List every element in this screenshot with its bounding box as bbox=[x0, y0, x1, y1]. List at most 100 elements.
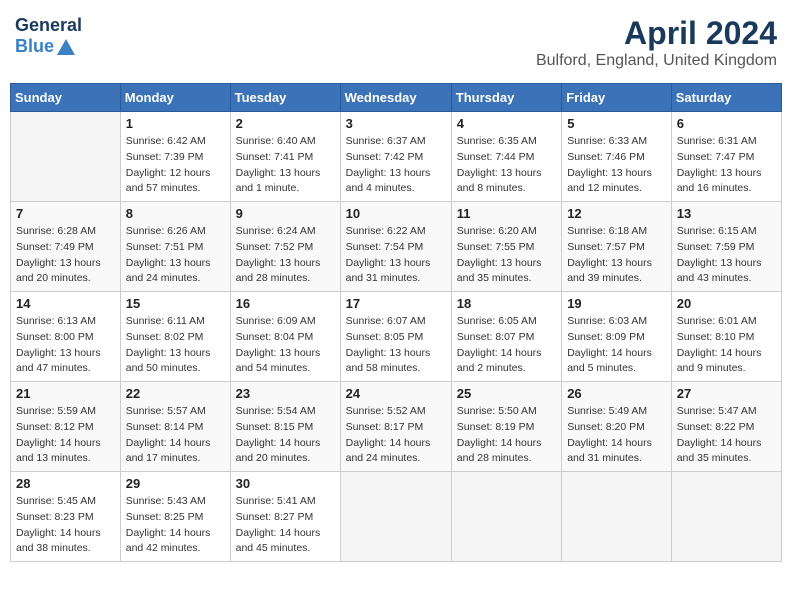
day-number: 14 bbox=[16, 296, 115, 311]
calendar-cell: 8 Sunrise: 6:26 AMSunset: 7:51 PMDaylight… bbox=[120, 202, 230, 292]
day-number: 18 bbox=[457, 296, 556, 311]
calendar-cell: 1 Sunrise: 6:42 AMSunset: 7:39 PMDaylight… bbox=[120, 112, 230, 202]
cell-info: Sunrise: 6:26 AMSunset: 7:51 PMDaylight:… bbox=[126, 224, 225, 287]
cell-info: Sunrise: 6:01 AMSunset: 8:10 PMDaylight:… bbox=[677, 314, 776, 377]
cell-info: Sunrise: 6:20 AMSunset: 7:55 PMDaylight:… bbox=[457, 224, 556, 287]
day-number: 28 bbox=[16, 476, 115, 491]
day-number: 24 bbox=[346, 386, 446, 401]
cell-info: Sunrise: 6:05 AMSunset: 8:07 PMDaylight:… bbox=[457, 314, 556, 377]
calendar-cell: 5Sunrise: 6:33 AMSunset: 7:46 PMDaylight… bbox=[562, 112, 672, 202]
day-number: 11 bbox=[457, 206, 556, 221]
cell-info: Sunrise: 6:11 AMSunset: 8:02 PMDaylight:… bbox=[126, 314, 225, 377]
cell-info: Sunrise: 5:45 AMSunset: 8:23 PMDaylight:… bbox=[16, 494, 115, 557]
day-number: 3 bbox=[346, 116, 446, 131]
cell-info: Sunrise: 6:37 AMSunset: 7:42 PMDaylight:… bbox=[346, 134, 446, 197]
cell-info: Sunrise: 6:28 AMSunset: 7:49 PMDaylight:… bbox=[16, 224, 115, 287]
logo-general-text: General bbox=[15, 15, 82, 36]
header-thursday: Thursday bbox=[451, 84, 561, 112]
day-number: 2 bbox=[236, 116, 335, 131]
calendar-cell: 20 Sunrise: 6:01 AMSunset: 8:10 PMDayligh… bbox=[671, 292, 781, 382]
cell-info: Sunrise: 6:18 AMSunset: 7:57 PMDaylight:… bbox=[567, 224, 666, 287]
day-number: 9 bbox=[236, 206, 335, 221]
cell-info: Sunrise: 5:43 AMSunset: 8:25 PMDaylight:… bbox=[126, 494, 225, 557]
week-row-1: 7 Sunrise: 6:28 AMSunset: 7:49 PMDaylight… bbox=[11, 202, 782, 292]
day-number: 1 bbox=[126, 116, 225, 131]
cell-info: Sunrise: 6:03 AMSunset: 8:09 PMDaylight:… bbox=[567, 314, 666, 377]
cell-info: Sunrise: 5:54 AMSunset: 8:15 PMDaylight:… bbox=[236, 404, 335, 467]
calendar-cell: 11 Sunrise: 6:20 AMSunset: 7:55 PMDayligh… bbox=[451, 202, 561, 292]
cell-info: Sunrise: 5:52 AMSunset: 8:17 PMDaylight:… bbox=[346, 404, 446, 467]
calendar-cell: 17 Sunrise: 6:07 AMSunset: 8:05 PMDayligh… bbox=[340, 292, 451, 382]
month-title: April 2024 bbox=[536, 15, 777, 52]
cell-info: Sunrise: 6:13 AMSunset: 8:00 PMDaylight:… bbox=[16, 314, 115, 377]
calendar-cell: 15Sunrise: 6:11 AMSunset: 8:02 PMDayligh… bbox=[120, 292, 230, 382]
day-number: 25 bbox=[457, 386, 556, 401]
calendar-cell: 25 Sunrise: 5:50 AMSunset: 8:19 PMDayligh… bbox=[451, 382, 561, 472]
header-wednesday: Wednesday bbox=[340, 84, 451, 112]
page-header: General Blue April 2024 Bulford, England… bbox=[10, 10, 782, 75]
calendar-cell: 10 Sunrise: 6:22 AMSunset: 7:54 PMDayligh… bbox=[340, 202, 451, 292]
day-number: 16 bbox=[236, 296, 335, 311]
calendar-cell: 6 Sunrise: 6:31 AMSunset: 7:47 PMDaylight… bbox=[671, 112, 781, 202]
calendar-table: SundayMondayTuesdayWednesdayThursdayFrid… bbox=[10, 83, 782, 562]
calendar-cell bbox=[340, 472, 451, 562]
day-number: 4 bbox=[457, 116, 556, 131]
logo: General Blue bbox=[15, 15, 82, 57]
day-number: 10 bbox=[346, 206, 446, 221]
day-number: 12 bbox=[567, 206, 666, 221]
calendar-cell: 7 Sunrise: 6:28 AMSunset: 7:49 PMDaylight… bbox=[11, 202, 121, 292]
cell-info: Sunrise: 6:09 AMSunset: 8:04 PMDaylight:… bbox=[236, 314, 335, 377]
day-number: 23 bbox=[236, 386, 335, 401]
calendar-header-row: SundayMondayTuesdayWednesdayThursdayFrid… bbox=[11, 84, 782, 112]
cell-info: Sunrise: 5:49 AMSunset: 8:20 PMDaylight:… bbox=[567, 404, 666, 467]
day-number: 7 bbox=[16, 206, 115, 221]
cell-info: Sunrise: 5:59 AMSunset: 8:12 PMDaylight:… bbox=[16, 404, 115, 467]
day-number: 29 bbox=[126, 476, 225, 491]
calendar-cell: 29 Sunrise: 5:43 AMSunset: 8:25 PMDayligh… bbox=[120, 472, 230, 562]
cell-info: Sunrise: 5:50 AMSunset: 8:19 PMDaylight:… bbox=[457, 404, 556, 467]
day-number: 30 bbox=[236, 476, 335, 491]
calendar-cell: 13Sunrise: 6:15 AMSunset: 7:59 PMDayligh… bbox=[671, 202, 781, 292]
calendar-cell bbox=[671, 472, 781, 562]
week-row-3: 21 Sunrise: 5:59 AMSunset: 8:12 PMDayligh… bbox=[11, 382, 782, 472]
calendar-cell: 30 Sunrise: 5:41 AMSunset: 8:27 PMDayligh… bbox=[230, 472, 340, 562]
cell-info: Sunrise: 5:47 AMSunset: 8:22 PMDaylight:… bbox=[677, 404, 776, 467]
calendar-cell: 9 Sunrise: 6:24 AMSunset: 7:52 PMDaylight… bbox=[230, 202, 340, 292]
calendar-cell: 28 Sunrise: 5:45 AMSunset: 8:23 PMDayligh… bbox=[11, 472, 121, 562]
day-number: 19 bbox=[567, 296, 666, 311]
cell-info: Sunrise: 6:07 AMSunset: 8:05 PMDaylight:… bbox=[346, 314, 446, 377]
cell-info: Sunrise: 6:35 AMSunset: 7:44 PMDaylight:… bbox=[457, 134, 556, 197]
calendar-cell: 27 Sunrise: 5:47 AMSunset: 8:22 PMDayligh… bbox=[671, 382, 781, 472]
cell-info: Sunrise: 6:31 AMSunset: 7:47 PMDaylight:… bbox=[677, 134, 776, 197]
header-monday: Monday bbox=[120, 84, 230, 112]
header-saturday: Saturday bbox=[671, 84, 781, 112]
day-number: 21 bbox=[16, 386, 115, 401]
header-sunday: Sunday bbox=[11, 84, 121, 112]
calendar-cell: 23 Sunrise: 5:54 AMSunset: 8:15 PMDayligh… bbox=[230, 382, 340, 472]
day-number: 17 bbox=[346, 296, 446, 311]
day-number: 26 bbox=[567, 386, 666, 401]
calendar-cell: 16 Sunrise: 6:09 AMSunset: 8:04 PMDayligh… bbox=[230, 292, 340, 382]
cell-info: Sunrise: 6:33 AMSunset: 7:46 PMDaylight:… bbox=[567, 134, 666, 197]
calendar-cell bbox=[451, 472, 561, 562]
calendar-cell: 18 Sunrise: 6:05 AMSunset: 8:07 PMDayligh… bbox=[451, 292, 561, 382]
day-number: 27 bbox=[677, 386, 776, 401]
header-tuesday: Tuesday bbox=[230, 84, 340, 112]
cell-info: Sunrise: 6:22 AMSunset: 7:54 PMDaylight:… bbox=[346, 224, 446, 287]
cell-info: Sunrise: 5:41 AMSunset: 8:27 PMDaylight:… bbox=[236, 494, 335, 557]
day-number: 8 bbox=[126, 206, 225, 221]
header-friday: Friday bbox=[562, 84, 672, 112]
calendar-cell: 24 Sunrise: 5:52 AMSunset: 8:17 PMDayligh… bbox=[340, 382, 451, 472]
logo-blue-text: Blue bbox=[15, 36, 75, 57]
cell-info: Sunrise: 5:57 AMSunset: 8:14 PMDaylight:… bbox=[126, 404, 225, 467]
location-text: Bulford, England, United Kingdom bbox=[536, 52, 777, 70]
cell-info: Sunrise: 6:24 AMSunset: 7:52 PMDaylight:… bbox=[236, 224, 335, 287]
title-block: April 2024 Bulford, England, United King… bbox=[536, 15, 777, 70]
calendar-cell bbox=[11, 112, 121, 202]
calendar-cell: 21 Sunrise: 5:59 AMSunset: 8:12 PMDayligh… bbox=[11, 382, 121, 472]
day-number: 20 bbox=[677, 296, 776, 311]
day-number: 13 bbox=[677, 206, 776, 221]
cell-info: Sunrise: 6:42 AMSunset: 7:39 PMDaylight:… bbox=[126, 134, 225, 197]
day-number: 6 bbox=[677, 116, 776, 131]
calendar-cell: 19 Sunrise: 6:03 AMSunset: 8:09 PMDayligh… bbox=[562, 292, 672, 382]
